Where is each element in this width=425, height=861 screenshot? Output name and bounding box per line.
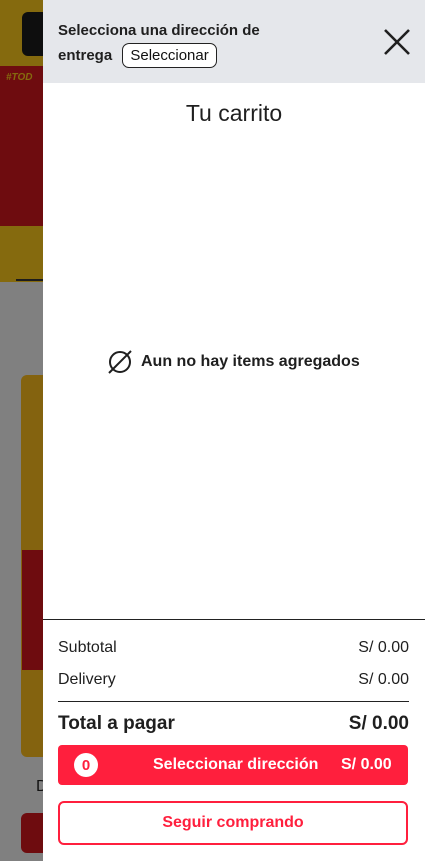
subtotal-label: Subtotal (58, 639, 117, 656)
continue-shopping-button[interactable]: Seguir comprando (58, 801, 408, 845)
empty-set-icon (108, 350, 132, 374)
address-prompt: Selecciona una dirección de entrega Sele… (58, 18, 268, 68)
delivery-row: Delivery S/ 0.00 (58, 671, 409, 689)
cart-drawer: Selecciona una dirección de entrega Sele… (43, 0, 425, 861)
select-address-checkout-button[interactable]: 0 Seleccionar dirección S/ 0.00 (58, 745, 408, 785)
subtotal-value: S/ 0.00 (358, 639, 409, 656)
checkout-amount: S/ 0.00 (341, 756, 392, 773)
delivery-address-bar: Selecciona una dirección de entrega Sele… (43, 0, 425, 83)
subtotal-row: Subtotal S/ 0.00 (58, 639, 409, 657)
total-label: Total a pagar (58, 713, 175, 734)
total-value: S/ 0.00 (348, 713, 409, 734)
delivery-value: S/ 0.00 (358, 671, 409, 688)
order-summary: Subtotal S/ 0.00 Delivery S/ 0.00 Total … (43, 619, 425, 734)
empty-cart-text: Aun no hay items agregados (141, 353, 360, 370)
checkout-label: Seleccionar dirección (153, 756, 319, 773)
empty-cart-message: Aun no hay items agregados (107, 349, 360, 375)
cart-count-badge: 0 (74, 753, 98, 777)
cart-title: Tu carrito (185, 100, 283, 126)
summary-divider (58, 701, 409, 702)
total-row: Total a pagar S/ 0.00 (58, 713, 409, 735)
select-address-button[interactable]: Seleccionar (122, 43, 217, 68)
close-icon (384, 29, 410, 55)
delivery-label: Delivery (58, 671, 116, 688)
close-cart-button[interactable] (381, 26, 413, 58)
